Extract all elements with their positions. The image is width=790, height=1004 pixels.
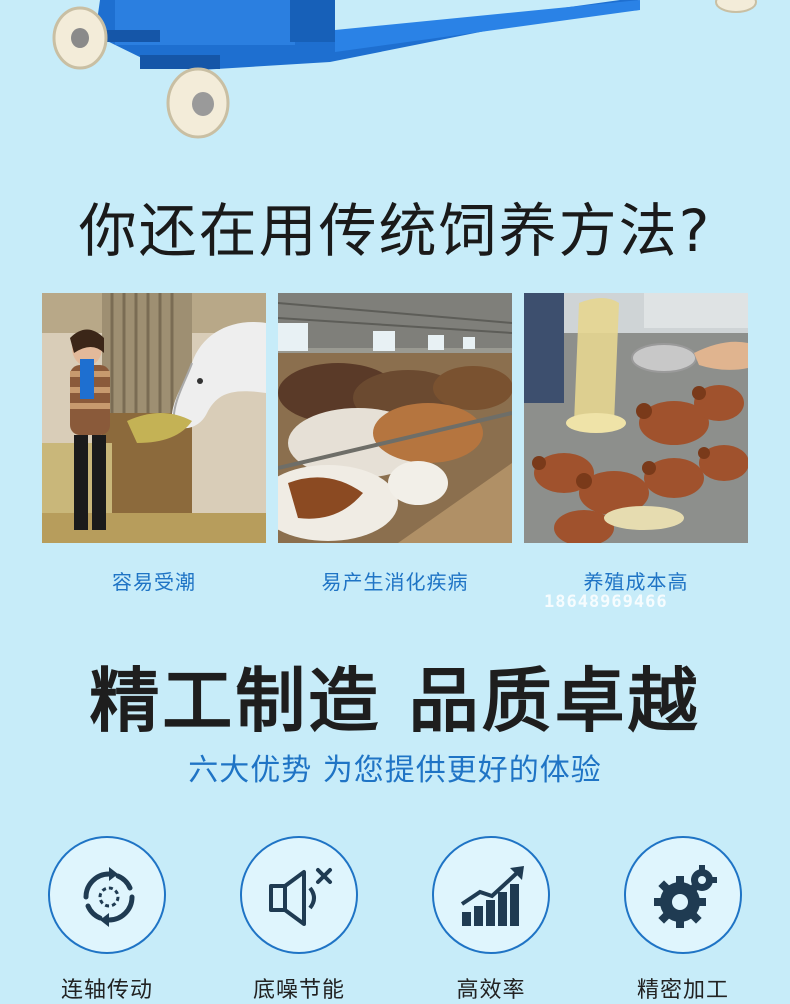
feature-precision-machining (624, 836, 742, 954)
feature-label-continuous-drive: 连轴传动 (60, 978, 153, 1003)
caption-high-cost: 养殖成本高 (583, 570, 689, 594)
speaker-mute-icon (269, 868, 332, 926)
photo-cattle (278, 293, 512, 543)
feature-label-low-noise: 底噪节能 (252, 978, 345, 1003)
feature-low-noise (240, 836, 358, 954)
phone-watermark: 18648969466 (544, 592, 668, 612)
question-title: 你还在用传统饲养方法? (78, 197, 712, 265)
photo-chickens (524, 293, 748, 543)
caption-digestive-disease: 易产生消化疾病 (321, 570, 469, 594)
feature-label-precision-machining: 精密加工 (636, 978, 729, 1003)
main-title: 精工制造 品质卓越 (89, 660, 701, 742)
feature-label-high-efficiency: 高效率 (456, 978, 526, 1003)
photo-horse (42, 293, 266, 543)
feature-high-efficiency (432, 836, 550, 954)
caption-dampness: 容易受潮 (112, 570, 196, 594)
feature-continuous-drive (48, 836, 166, 954)
machine-image (0, 0, 790, 150)
gears-icon (654, 865, 717, 928)
sub-title: 六大优势 为您提供更好的体验 (188, 753, 602, 788)
growth-chart-icon (460, 866, 524, 926)
rotation-icon (83, 867, 135, 927)
